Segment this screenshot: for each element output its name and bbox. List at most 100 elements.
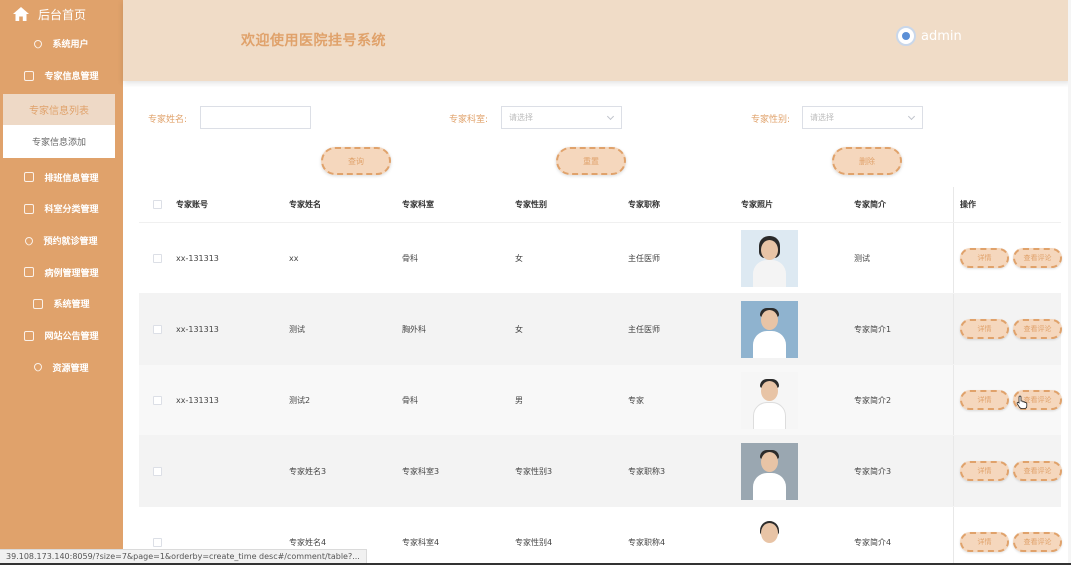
sidebar-item-system[interactable]: 系统管理 <box>0 288 123 320</box>
filter-name-input[interactable] <box>200 106 311 129</box>
sidebar: 后台首页 系统用户 专家信息管理 专家信息列表 专家信息添加 排班信息管理 科室… <box>0 0 123 565</box>
edit-icon <box>24 203 35 214</box>
home-icon <box>13 7 29 21</box>
row-checkbox[interactable] <box>153 537 162 547</box>
female-doctor-photo <box>741 229 798 287</box>
cell-intro: 专家简介1 <box>854 324 892 334</box>
edit-icon <box>24 70 35 81</box>
sidebar-item-notice[interactable]: 网站公告管理 <box>0 320 123 352</box>
cell-photo <box>741 371 854 429</box>
top-header: 欢迎使用医院挂号系统 admin <box>123 0 1071 81</box>
cell-dept: 胸外科 <box>402 324 426 334</box>
filter-sex-label: 专家性别: <box>751 115 791 125</box>
row-checkbox[interactable] <box>153 395 162 405</box>
cell-intro: 专家简介2 <box>854 395 892 405</box>
edit-icon <box>24 267 35 278</box>
filter-name-label: 专家姓名: <box>148 115 188 125</box>
sidebar-item-label: 病例管理管理 <box>44 268 99 279</box>
filter-dept-label: 专家科室: <box>449 115 489 125</box>
cell-sex: 女 <box>515 324 523 334</box>
filter-sex-select[interactable]: 请选择 <box>802 106 923 129</box>
submenu-item-expert-list[interactable]: 专家信息列表 <box>3 94 115 126</box>
row-select-cell[interactable] <box>139 253 176 263</box>
col-intro: 专家简介 <box>854 200 886 209</box>
heart-icon <box>23 234 36 247</box>
col-sex: 专家性别 <box>515 200 547 209</box>
table-row: 专家姓名3 专家科室3 专家性别3 专家职称3 专家简介3 详情 查看评论 <box>139 436 1062 507</box>
sidebar-item-resource[interactable]: 资源管理 <box>0 352 123 384</box>
male-doctor-photo <box>741 442 798 500</box>
detail-button[interactable]: 详情 <box>960 319 1009 339</box>
row-select-cell[interactable] <box>139 324 176 334</box>
view-comments-button[interactable]: 查看评论 <box>1013 319 1062 339</box>
table-row: xx-131313 测试 胸外科 女 主任医师 专家简介1 详情 查看评论 <box>139 294 1062 365</box>
cell-sex: 女 <box>515 253 523 263</box>
sidebar-item-appointment[interactable]: 预约就诊管理 <box>0 225 123 257</box>
sidebar-item-label: 预约就诊管理 <box>43 237 98 248</box>
cell-name: xx <box>289 253 299 263</box>
main-content: 专家姓名: 专家科室: 请选择 专家性别: 请选择 查询 重置 删除 专家账号 … <box>123 87 1071 565</box>
cell-ops: 详情 查看评论 <box>953 436 1071 506</box>
select-all-checkbox[interactable] <box>153 200 162 209</box>
cell-photo <box>741 229 854 287</box>
view-comments-button[interactable]: 查看评论 <box>1013 248 1062 268</box>
cell-account: xx-131313 <box>176 253 219 263</box>
select-all-cell[interactable] <box>139 200 176 209</box>
row-select-cell[interactable] <box>139 537 176 547</box>
reset-button[interactable]: 重置 <box>556 147 626 175</box>
row-checkbox[interactable] <box>153 324 162 334</box>
sidebar-item-expert-management[interactable]: 专家信息管理 <box>0 60 123 92</box>
cell-ops: 详情 查看评论 <box>953 365 1071 435</box>
view-comments-button[interactable]: 查看评论 <box>1013 532 1062 552</box>
sidebar-item-schedule[interactable]: 排班信息管理 <box>0 161 123 193</box>
row-checkbox[interactable] <box>153 466 162 476</box>
male-doctor-photo <box>741 300 798 358</box>
col-account: 专家账号 <box>176 200 208 209</box>
sidebar-item-department[interactable]: 科室分类管理 <box>0 193 123 225</box>
sidebar-item-system-users[interactable]: 系统用户 <box>0 28 123 60</box>
user-name: admin <box>921 28 962 44</box>
edit-icon <box>24 330 35 341</box>
list-icon <box>24 172 35 183</box>
cell-dept: 骨科 <box>402 253 418 263</box>
sidebar-item-label: 排班信息管理 <box>44 173 99 184</box>
heart-icon <box>32 38 45 50</box>
filter-dept-select[interactable]: 请选择 <box>501 106 622 129</box>
submenu-item-expert-add[interactable]: 专家信息添加 <box>3 125 115 158</box>
view-comments-button[interactable]: 查看评论 <box>1013 461 1062 481</box>
sidebar-item-label: 专家信息管理 <box>44 72 99 83</box>
cell-intro: 专家简介4 <box>854 537 892 547</box>
query-button[interactable]: 查询 <box>321 147 391 175</box>
chevron-down-icon <box>606 112 615 121</box>
delete-button[interactable]: 删除 <box>832 147 902 175</box>
filter-sex-placeholder: 请选择 <box>810 113 834 122</box>
cell-sex: 专家性别4 <box>515 537 553 547</box>
avatar <box>896 26 916 46</box>
cell-name: 专家姓名3 <box>289 466 327 476</box>
col-title: 专家职称 <box>628 200 660 209</box>
detail-button[interactable]: 详情 <box>960 461 1009 481</box>
sidebar-item-label: 系统用户 <box>52 40 89 51</box>
cell-account: xx-131313 <box>176 324 219 334</box>
female-doctor-photo <box>741 513 798 565</box>
row-select-cell[interactable] <box>139 395 176 405</box>
heart-icon <box>32 361 45 374</box>
detail-button[interactable]: 详情 <box>960 532 1009 552</box>
cell-ops: 详情 查看评论 <box>953 223 1071 293</box>
sidebar-item-label: 系统管理 <box>53 300 90 311</box>
row-select-cell[interactable] <box>139 466 176 476</box>
sidebar-item-label: 资源管理 <box>52 363 89 374</box>
cell-ops: 详情 查看评论 <box>953 294 1071 364</box>
detail-button[interactable]: 详情 <box>960 248 1009 268</box>
table-row: xx-131313 xx 骨科 女 主任医师 测试 详情 查看评论 <box>139 223 1062 294</box>
sidebar-home[interactable]: 后台首页 <box>0 0 123 28</box>
cell-photo <box>741 300 854 358</box>
sidebar-item-case[interactable]: 病例管理管理 <box>0 256 123 288</box>
row-checkbox[interactable] <box>153 253 162 263</box>
detail-button[interactable]: 详情 <box>960 390 1009 410</box>
cell-title: 专家职称3 <box>628 466 666 476</box>
close-box-icon <box>33 298 44 309</box>
user-menu[interactable]: admin <box>896 26 962 46</box>
col-dept: 专家科室 <box>402 200 434 209</box>
cell-sex: 男 <box>515 395 523 405</box>
